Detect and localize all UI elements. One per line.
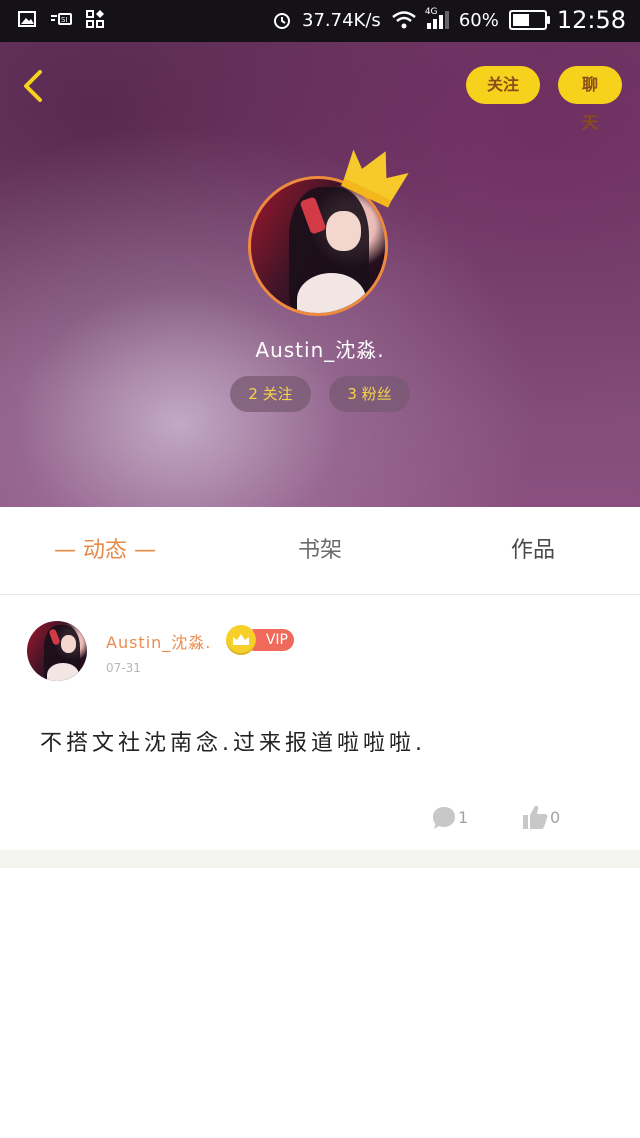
alarm-icon: [274, 13, 291, 29]
tab-works[interactable]: 作品: [483, 507, 583, 594]
back-chevron-icon[interactable]: [18, 66, 58, 106]
comment-count: 1: [458, 808, 469, 827]
status-bar: SI 37.74K/s 4G 60% 12:58: [0, 0, 640, 42]
crown-icon: [340, 149, 409, 208]
profile-username: Austin_沈淼.: [255, 338, 385, 362]
feed-post: Austin_沈淼. VIP 07-31 不搭文社沈南念.过来报道啦啦啦. 1 …: [0, 595, 640, 850]
signal-strength: 4G: [425, 7, 449, 29]
sim-icon: SI: [51, 13, 72, 25]
battery-fill: [512, 14, 530, 26]
post-content: 不搭文社沈南念.过来报道啦啦啦.: [40, 731, 426, 756]
follow-button[interactable]: 关注: [466, 66, 540, 104]
post-date: 07-31: [106, 661, 141, 675]
fans-count-chip[interactable]: 3 粉丝: [329, 376, 410, 412]
apps-icon: [86, 10, 104, 28]
profile-header: 关注 聊天 Austin_沈淼. 2 关注 3 粉丝: [0, 42, 640, 507]
battery-percent: 60%: [458, 9, 499, 31]
profile-tabs: — 动态 — 书架 作品: [0, 507, 640, 595]
vip-crown-icon: [226, 625, 256, 655]
post-author-name[interactable]: Austin_沈淼.: [106, 629, 211, 653]
following-count-chip[interactable]: 2 关注: [230, 376, 311, 412]
image-icon: [18, 11, 36, 27]
battery-icon: [508, 10, 550, 30]
post-author-avatar[interactable]: [27, 621, 87, 681]
thumbs-up-icon[interactable]: [521, 803, 549, 831]
section-divider: [0, 850, 640, 868]
vip-badge: VIP: [226, 625, 294, 655]
tab-bookshelf[interactable]: 书架: [270, 507, 370, 594]
clock-time: 12:58: [556, 6, 626, 34]
comment-icon[interactable]: [431, 805, 457, 831]
status-right: 37.74K/s 4G 60% 12:58: [272, 6, 626, 34]
network-speed: 37.74K/s: [302, 9, 381, 31]
tab-dynamic[interactable]: — 动态 —: [40, 507, 170, 594]
like-count: 0: [550, 808, 561, 827]
status-left-icons: SI: [18, 10, 104, 28]
signal-label: 4G: [424, 7, 438, 17]
wifi-icon: [392, 11, 416, 29]
chat-button[interactable]: 聊天: [558, 66, 622, 132]
svg-text:SI: SI: [61, 16, 68, 24]
